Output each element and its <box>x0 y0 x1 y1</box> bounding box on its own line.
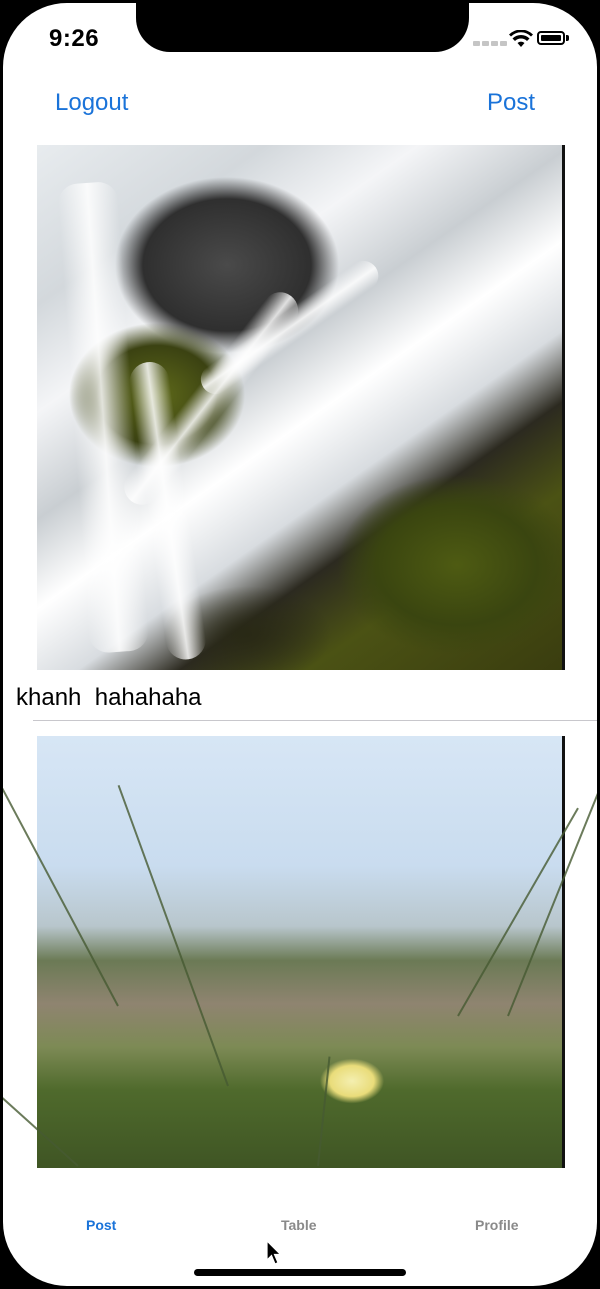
cellular-signal-icon <box>491 41 498 46</box>
logout-button[interactable]: Logout <box>55 89 128 117</box>
waterfall-photo[interactable] <box>37 145 565 670</box>
cellular-signal-icon <box>500 41 507 46</box>
tab-profile[interactable]: Profile <box>475 1217 519 1233</box>
cellular-signal-icon <box>482 41 489 46</box>
phone-frame: 9:26 Logout Post khanh hahahaha Post Tab… <box>0 0 600 1289</box>
tab-table[interactable]: Table <box>281 1217 317 1233</box>
home-indicator[interactable] <box>194 1269 406 1276</box>
tab-bar: Post Table Profile <box>3 1217 597 1247</box>
post-button[interactable]: Post <box>487 89 535 117</box>
battery-tip <box>566 35 569 41</box>
status-icons <box>473 30 577 50</box>
battery-icon <box>537 31 565 45</box>
beach-flower-photo[interactable] <box>3 736 597 1168</box>
cellular-signal-icon <box>473 41 480 46</box>
wifi-icon <box>509 30 533 47</box>
post-caption: khanh hahahaha <box>16 684 202 711</box>
tab-post[interactable]: Post <box>86 1217 116 1233</box>
app-screen: 9:26 Logout Post khanh hahahaha Post Tab… <box>3 3 597 1286</box>
device-notch <box>136 3 469 52</box>
mouse-pointer-icon <box>266 1240 282 1265</box>
row-separator <box>33 720 597 721</box>
status-time: 9:26 <box>49 25 100 52</box>
